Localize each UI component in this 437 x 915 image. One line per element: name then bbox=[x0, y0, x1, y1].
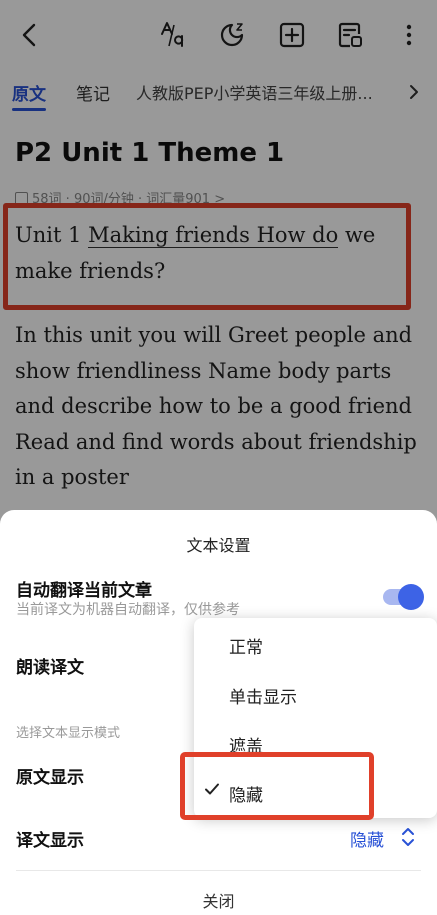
auto-translate-label: 自动翻译当前文章 bbox=[16, 581, 152, 601]
translation-display-label[interactable]: 译文显示 bbox=[16, 826, 84, 851]
annotation-highlight-box-2 bbox=[180, 752, 374, 820]
chevron-updown-icon[interactable] bbox=[398, 826, 418, 848]
auto-translate-note: 当前译文为机器自动翻译，仅供参考 bbox=[16, 602, 240, 618]
read-translation-label[interactable]: 朗读译文 bbox=[16, 653, 84, 678]
close-button[interactable]: 关闭 bbox=[0, 888, 437, 912]
translation-display-value[interactable]: 隐藏 bbox=[350, 826, 384, 851]
sheet-title: 文本设置 bbox=[186, 536, 251, 555]
original-display-label[interactable]: 原文显示 bbox=[16, 763, 84, 788]
divider bbox=[16, 870, 421, 871]
option-normal[interactable]: 正常 bbox=[229, 633, 263, 658]
toggle-knob bbox=[398, 584, 424, 610]
auto-translate-toggle[interactable] bbox=[383, 584, 424, 610]
mode-section-label: 选择文本显示模式 bbox=[16, 726, 121, 741]
option-tap-to-show[interactable]: 单击显示 bbox=[229, 683, 297, 708]
